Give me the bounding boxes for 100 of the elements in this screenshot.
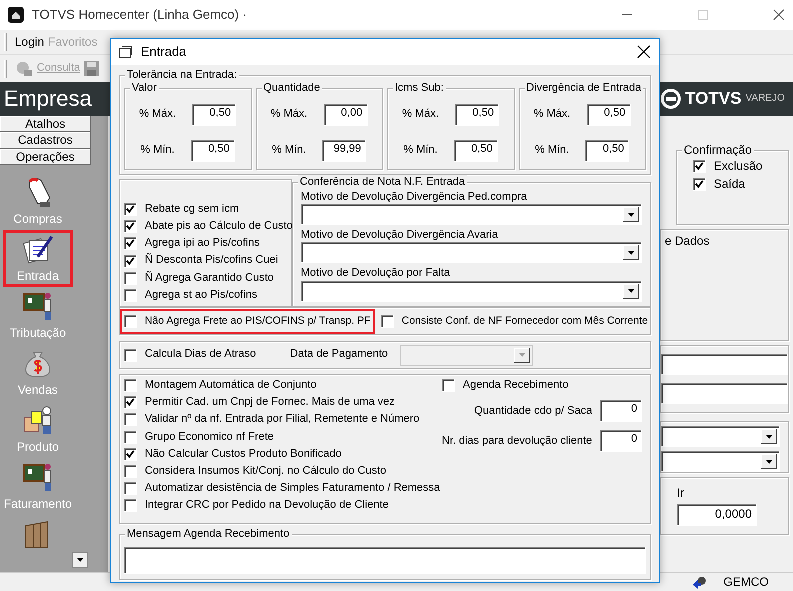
number-field[interactable]: 0,50 [190, 140, 235, 162]
checkbox-label: Rebate cg sem icm [145, 202, 240, 216]
checkbox-label: Ñ Desconta Pis/cofins Cuei [145, 254, 278, 268]
checkbox[interactable] [380, 314, 394, 328]
checkbox-label: Abate pis ao Cálculo de Custo [145, 220, 293, 234]
number-field[interactable]: 0 [600, 430, 642, 452]
user-icon [692, 575, 708, 589]
checkbox[interactable] [124, 220, 137, 234]
checkbox[interactable] [124, 314, 137, 328]
sidebar-tab[interactable]: Operações [0, 148, 91, 166]
checkbox[interactable] [124, 348, 137, 362]
number-field[interactable]: 99,99 [322, 140, 366, 162]
menu-item[interactable]: Login [15, 34, 44, 50]
checkbox-label: Validar nº da nf. Entrada por Filial, Remetente e Número [145, 413, 420, 427]
text-field[interactable]: 0,0000 [677, 504, 757, 526]
checkbox[interactable] [124, 237, 137, 250]
checkbox[interactable] [124, 482, 137, 496]
checkbox[interactable] [124, 254, 137, 268]
checkbox-label: Agrega ipi ao Pis/cofins [145, 237, 260, 250]
number-field[interactable]: 0,50 [455, 104, 500, 126]
field-label: % Mín. [404, 144, 438, 158]
field-label: e Dados [665, 234, 710, 248]
field-label: Nr. dias para devolução cliente [442, 434, 592, 448]
number-field[interactable]: 0,00 [324, 104, 368, 126]
checkbox[interactable] [693, 160, 706, 173]
checkbox[interactable] [124, 202, 137, 216]
close-icon[interactable] [773, 9, 785, 21]
dialog-title: Entrada [141, 44, 188, 60]
checkbox[interactable] [124, 288, 137, 302]
group-title: Confirmação [682, 143, 754, 157]
checkbox-label: Exclusão [714, 159, 763, 174]
caret-icon [766, 460, 772, 464]
dropdown[interactable] [301, 204, 642, 226]
field-label: % Máx. [534, 108, 571, 122]
dropdown[interactable] [301, 242, 642, 264]
caret-icon [628, 250, 634, 255]
checkbox-label: Automatizar desistência de Simples Faturamento / Remessa [145, 482, 440, 496]
save-icon[interactable] [84, 61, 100, 76]
logo-icon [661, 88, 682, 109]
text-field[interactable] [661, 354, 788, 375]
logo-text: TOTVS [685, 88, 742, 110]
field-label: % Mín. [535, 144, 570, 158]
sidebar-tab[interactable]: Cadastros [0, 132, 91, 149]
checkbox-label: Calcula Dias de Atraso [145, 348, 256, 362]
window-icon [119, 46, 133, 58]
field-label: % Máx. [270, 108, 308, 122]
checkbox-label: Agenda Recebimento [463, 379, 569, 392]
checkbox-label: Montagem Automática de Conjunto [145, 379, 317, 392]
text-field[interactable] [661, 383, 788, 404]
window-title: TOTVS Homecenter (Linha Gemco) · [32, 7, 248, 23]
caret-icon [628, 289, 634, 294]
checkbox-label: Considera Insumos Kit/Conj. no Cálculo do Custo [145, 464, 387, 478]
checkbox[interactable] [124, 396, 137, 410]
caret-icon [766, 434, 772, 438]
logo-subtitle: VAREJO [746, 92, 785, 105]
teacher-icon[interactable] [22, 290, 54, 322]
number-field[interactable]: 0,50 [454, 140, 498, 162]
checkbox-label: Saída [714, 177, 746, 192]
field-label: Motivo de Devolução Divergência Ped.compra [301, 191, 528, 204]
documents-icon[interactable] [22, 233, 54, 266]
message-textarea[interactable] [124, 547, 646, 574]
checkbox-label: Não Agrega Frete ao PIS/COFINS p/ Transp. PF [145, 314, 371, 328]
checkbox[interactable] [124, 379, 137, 392]
checkbox-label: Integrar CRC por Pedido na Devolução de Cliente [145, 499, 389, 512]
checkbox-label: Permitir Cad. um Cnpj de Fornec. Mais de uma vez [145, 396, 396, 410]
checkbox[interactable] [124, 448, 137, 461]
checkbox[interactable] [124, 499, 137, 512]
scroll-down-button[interactable] [72, 552, 88, 568]
caret-icon [76, 558, 84, 562]
checkbox[interactable] [693, 178, 706, 192]
checkbox-label: Ñ Agrega Garantido Custo [145, 272, 274, 285]
checkbox[interactable] [124, 465, 137, 478]
checkbox-label: Não Calcular Custos Produto Bonificado [145, 448, 342, 461]
number-field[interactable]: 0,50 [192, 104, 236, 126]
checkbox-label: Grupo Economico nf Frete [145, 430, 274, 444]
number-field[interactable]: 0,50 [585, 140, 630, 162]
dropdown[interactable] [661, 451, 780, 472]
checkbox-label: Agrega st ao Pis/cofins [145, 288, 258, 302]
field-label: Quantidade cdo p/ Saca [474, 404, 592, 418]
sidebar-tab[interactable]: Atalhos [0, 116, 91, 132]
checkbox[interactable] [124, 430, 137, 444]
field-label: Motivo de Devolução Divergência Avaria [301, 229, 500, 242]
field-label: % Máx. [402, 108, 440, 122]
number-field[interactable]: 0 [600, 400, 642, 422]
checkbox[interactable] [442, 379, 455, 392]
close-icon[interactable] [637, 45, 651, 59]
worker-icon[interactable] [22, 404, 54, 436]
teacher-icon[interactable] [22, 461, 54, 494]
group-title: Divergência de Entrada [524, 81, 644, 95]
dropdown[interactable] [301, 280, 642, 302]
number-field[interactable]: 0,50 [586, 104, 631, 126]
group-title: Quantidade [262, 81, 322, 95]
checkbox[interactable] [124, 272, 137, 285]
app-icon [8, 7, 24, 23]
dropdown[interactable] [661, 426, 780, 447]
field-label: % Mín. [272, 144, 306, 158]
caret-icon [518, 353, 526, 357]
status-text: GEMCO [724, 574, 769, 590]
checkbox[interactable] [124, 413, 137, 426]
field-label: Data de Pagamento [290, 348, 388, 362]
